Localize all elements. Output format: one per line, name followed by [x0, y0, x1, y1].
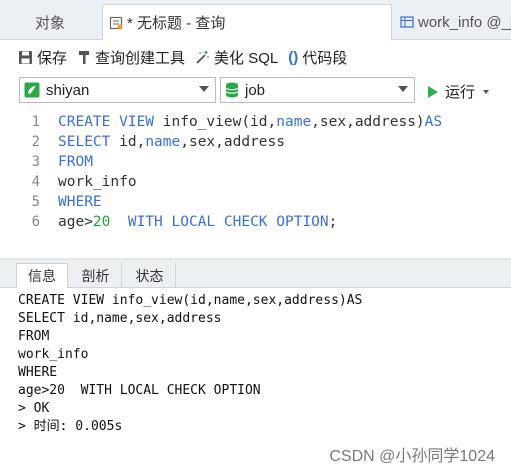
table-icon — [400, 15, 414, 29]
editor-line: 4 work_info — [0, 172, 511, 192]
chevron-down-icon — [398, 86, 408, 92]
output-line: CREATE VIEW info_view(id,name,sex,addres… — [18, 293, 363, 308]
sql-text: id, — [110, 134, 146, 150]
hammer-icon — [77, 50, 91, 65]
tab-status-label: 状态 — [135, 267, 164, 284]
output-line: work_info — [18, 347, 89, 362]
line-number: 1 — [31, 114, 40, 130]
sql-keyword: WHERE — [58, 194, 102, 210]
sql-keyword: AS — [424, 114, 443, 130]
output-line: > 时间: 0.005s — [18, 419, 123, 434]
document-tab-bar: 对象 * 无标题 - 查询 work_info @_j — [0, 0, 511, 40]
editor-line: 6 age>20 WITH LOCAL CHECK OPTION; — [0, 212, 511, 232]
database-value: job — [245, 81, 266, 99]
tab-profile-label: 剖析 — [81, 267, 110, 284]
tab-message-label: 信息 — [28, 268, 56, 284]
tab-work-info[interactable]: work_info @_j — [394, 4, 511, 40]
connection-value: shiyan — [46, 81, 90, 99]
sql-keyword: SELECT — [58, 134, 111, 150]
sql-keyword: WITH LOCAL CHECK OPTION — [110, 214, 329, 230]
line-number: 2 — [31, 134, 40, 150]
connection-select[interactable]: shiyan — [19, 77, 216, 103]
connection-icon — [24, 82, 40, 98]
line-number: 4 — [31, 174, 40, 190]
sql-text: ; — [328, 214, 338, 230]
output-line: SELECT id,name,sex,address — [18, 311, 222, 326]
query-builder-button[interactable]: 查询创建工具 — [77, 47, 185, 68]
save-label: 保存 — [37, 49, 68, 67]
magic-wand-icon — [195, 50, 210, 65]
output-line: > OK — [18, 401, 50, 416]
code-snippet-button[interactable]: () 代码段 — [288, 47, 347, 68]
connection-selector-row: shiyan job 运行 — [0, 75, 511, 105]
sql-keyword: name — [145, 134, 181, 150]
code-snippet-label: 代码段 — [302, 49, 348, 67]
line-number: 5 — [31, 194, 40, 210]
sql-keyword: name — [276, 114, 312, 130]
database-icon — [225, 82, 239, 98]
sql-text: info_view(id, — [154, 114, 277, 130]
sql-text: ,sex,address — [180, 134, 285, 150]
tab-query-label: * 无标题 - 查询 — [127, 15, 226, 32]
line-number: 3 — [31, 154, 40, 170]
play-icon — [428, 85, 438, 98]
sql-text: age> — [58, 214, 93, 230]
tab-objects-label: 对象 — [34, 14, 65, 32]
sql-keyword: CREATE VIEW — [58, 114, 155, 130]
tab-objects[interactable]: 对象 — [0, 4, 100, 40]
editor-line: 2 SELECT id,name,sex,address — [0, 132, 511, 152]
query-toolbar: 保存 查询创建工具 美化 SQL () 代码段 — [0, 41, 511, 73]
sql-text: ,sex,address) — [311, 114, 425, 130]
tab-profile[interactable]: 剖析 — [70, 263, 122, 288]
editor-line: 1 CREATE VIEW info_view(id,name,sex,addr… — [0, 112, 511, 132]
tab-status[interactable]: 状态 — [124, 263, 176, 288]
editor-line: 5 WHERE — [0, 192, 511, 212]
chevron-down-icon — [199, 86, 209, 92]
sql-text: work_info — [58, 174, 137, 190]
watermark: CSDN @小孙同学1024 — [329, 448, 495, 465]
sql-keyword: FROM — [58, 154, 93, 170]
result-tab-bar: 信息 剖析 状态 — [0, 260, 511, 288]
output-line: FROM — [18, 329, 50, 344]
query-builder-label: 查询创建工具 — [95, 49, 186, 67]
tab-message[interactable]: 信息 — [16, 263, 68, 288]
tab-query[interactable]: * 无标题 - 查询 — [102, 4, 392, 40]
code-snippet-icon: () — [288, 48, 299, 66]
output-line: WHERE — [18, 365, 58, 380]
sql-editor[interactable]: 1 CREATE VIEW info_view(id,name,sex,addr… — [0, 108, 511, 258]
run-button[interactable]: 运行 — [428, 81, 490, 102]
sql-number: 20 — [92, 214, 111, 230]
save-icon — [18, 50, 33, 65]
run-label: 运行 — [445, 84, 476, 101]
save-button[interactable]: 保存 — [18, 47, 67, 68]
output-line: age>20 WITH LOCAL CHECK OPTION — [18, 383, 261, 398]
beautify-sql-label: 美化 SQL — [214, 49, 279, 67]
database-select[interactable]: job — [220, 77, 415, 103]
line-number: 6 — [31, 214, 40, 230]
query-icon — [109, 16, 123, 30]
tab-work-info-label: work_info @_j — [418, 13, 511, 31]
run-dropdown-icon[interactable] — [483, 89, 490, 94]
editor-line: 3 FROM — [0, 152, 511, 172]
beautify-sql-button[interactable]: 美化 SQL — [195, 47, 278, 68]
